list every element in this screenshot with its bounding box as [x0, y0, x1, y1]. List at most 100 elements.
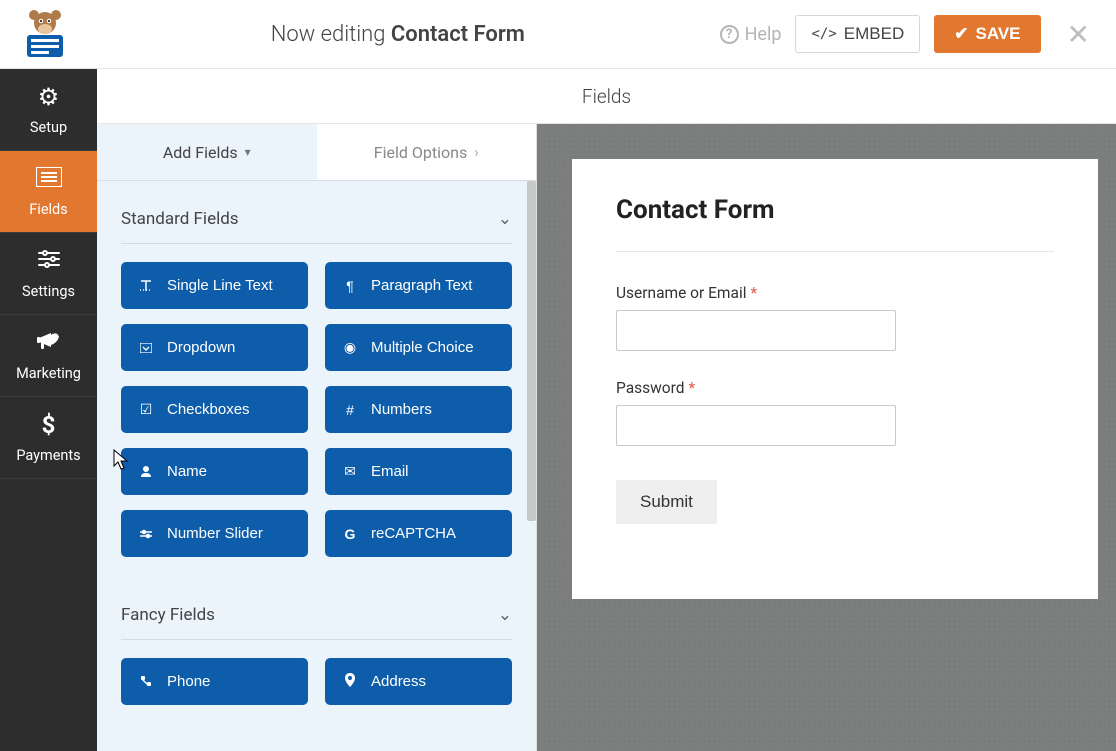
chevron-down-icon: ⌄	[498, 605, 512, 625]
field-paragraph-text[interactable]: ¶ Paragraph Text	[325, 262, 512, 309]
bullhorn-icon	[37, 329, 61, 357]
nav-setup[interactable]: ⚙ Setup	[0, 69, 97, 151]
nav-label: Settings	[22, 283, 75, 300]
tab-label: Add Fields	[163, 143, 238, 162]
form-card: Contact Form Username or Email * Passwor…	[572, 159, 1098, 599]
fields-header: Fields	[97, 69, 1116, 124]
topbar-right: ? Help </> EMBED ✔ SAVE ✕	[720, 15, 1116, 53]
section-label: Fancy Fields	[121, 605, 215, 625]
tab-field-options[interactable]: Field Options ›	[317, 124, 537, 180]
slider-icon	[137, 526, 155, 542]
field-label: Paragraph Text	[371, 277, 472, 294]
field-checkboxes[interactable]: ☑Checkboxes	[121, 386, 308, 433]
form-field-username: Username or Email *	[616, 284, 1054, 351]
field-label: Number Slider	[167, 525, 263, 542]
field-address[interactable]: Address	[325, 658, 512, 705]
google-icon: G	[341, 526, 359, 542]
editing-title: Now editing Contact Form	[76, 22, 720, 47]
preview-area: Contact Form Username or Email * Passwor…	[537, 124, 1116, 751]
password-input[interactable]	[616, 405, 896, 446]
close-icon[interactable]: ✕	[1055, 18, 1094, 51]
section-label: Standard Fields	[121, 209, 239, 229]
nav-marketing[interactable]: Marketing	[0, 315, 97, 397]
left-nav: ⚙ Setup Fields Settings Marketing $ Paym…	[0, 69, 97, 751]
divider	[616, 251, 1054, 252]
nav-label: Payments	[16, 447, 80, 464]
help-icon: ?	[720, 25, 739, 44]
field-recaptcha[interactable]: GreCAPTCHA	[325, 510, 512, 557]
field-label: reCAPTCHA	[371, 525, 456, 542]
chevron-down-icon: ▾	[245, 145, 251, 159]
field-label-row: Username or Email *	[616, 284, 1054, 302]
divider	[121, 639, 512, 640]
username-input[interactable]	[616, 310, 896, 351]
dollar-icon: $	[42, 411, 56, 439]
field-label: Numbers	[371, 401, 432, 418]
field-label-row: Password *	[616, 379, 1054, 397]
gear-icon: ⚙	[38, 83, 60, 111]
field-name[interactable]: Name	[121, 448, 308, 495]
field-label: Address	[371, 673, 426, 690]
nav-label: Setup	[30, 119, 67, 136]
user-icon	[137, 464, 155, 480]
field-label: Email	[371, 463, 409, 480]
chevron-right-icon: ›	[474, 143, 479, 161]
field-label: Multiple Choice	[371, 339, 474, 356]
help-link[interactable]: ? Help	[720, 24, 782, 45]
mail-icon: ✉	[341, 463, 359, 480]
nav-fields[interactable]: Fields	[0, 151, 97, 233]
section-fancy-fields[interactable]: Fancy Fields ⌄	[121, 583, 512, 639]
field-multiple-choice[interactable]: ◉ Multiple Choice	[325, 324, 512, 371]
embed-button[interactable]: </> EMBED	[795, 15, 920, 53]
form-field-password: Password *	[616, 379, 1054, 446]
field-numbers[interactable]: # Numbers	[325, 386, 512, 433]
nav-label: Fields	[29, 201, 67, 218]
check-icon: ✔	[954, 24, 968, 44]
sliders-icon	[37, 247, 61, 275]
code-icon: </>	[811, 26, 836, 42]
embed-label: EMBED	[844, 24, 904, 44]
field-single-line-text[interactable]: Single Line Text	[121, 262, 308, 309]
nav-settings[interactable]: Settings	[0, 233, 97, 315]
save-button[interactable]: ✔ SAVE	[934, 15, 1040, 53]
paragraph-icon: ¶	[341, 278, 359, 294]
required-marker: *	[750, 284, 757, 302]
field-label: Name	[167, 463, 207, 480]
field-dropdown[interactable]: Dropdown	[121, 324, 308, 371]
pin-icon	[341, 673, 359, 690]
help-label: Help	[745, 24, 782, 45]
field-number-slider[interactable]: Number Slider	[121, 510, 308, 557]
nav-label: Marketing	[16, 365, 81, 382]
panel-tabs: Add Fields ▾ Field Options ›	[97, 124, 536, 181]
topbar: Now editing Contact Form ? Help </> EMBE…	[0, 0, 1116, 69]
submit-button[interactable]: Submit	[616, 480, 717, 524]
section-standard-fields[interactable]: Standard Fields ⌄	[121, 201, 512, 243]
logo	[14, 7, 76, 62]
editing-form-name: Contact Form	[391, 22, 525, 47]
form-title: Contact Form	[616, 195, 1054, 225]
text-icon	[137, 278, 155, 294]
field-label: Single Line Text	[167, 277, 273, 294]
radio-icon: ◉	[341, 339, 359, 356]
editing-prefix: Now editing	[271, 22, 391, 47]
field-label: Dropdown	[167, 339, 235, 356]
tab-label: Field Options	[374, 143, 467, 162]
standard-fields-grid: Single Line Text ¶ Paragraph Text Dropdow…	[121, 262, 512, 557]
checkbox-icon: ☑	[137, 401, 155, 418]
field-label: Username or Email	[616, 284, 746, 302]
save-label: SAVE	[975, 24, 1020, 44]
divider	[121, 243, 512, 244]
panel-body: Standard Fields ⌄ Single Line Text ¶ Para…	[97, 181, 536, 751]
required-marker: *	[688, 379, 695, 397]
field-label: Password	[616, 379, 684, 397]
field-phone[interactable]: Phone	[121, 658, 308, 705]
left-panel: Add Fields ▾ Field Options › Standard Fi…	[97, 124, 537, 751]
phone-icon	[137, 674, 155, 690]
fancy-fields-grid: Phone Address	[121, 658, 512, 705]
list-icon	[36, 165, 62, 193]
caret-icon	[137, 340, 155, 356]
tab-add-fields[interactable]: Add Fields ▾	[97, 124, 317, 180]
field-email[interactable]: ✉ Email	[325, 448, 512, 495]
nav-payments[interactable]: $ Payments	[0, 397, 97, 479]
hash-icon: #	[341, 402, 359, 418]
